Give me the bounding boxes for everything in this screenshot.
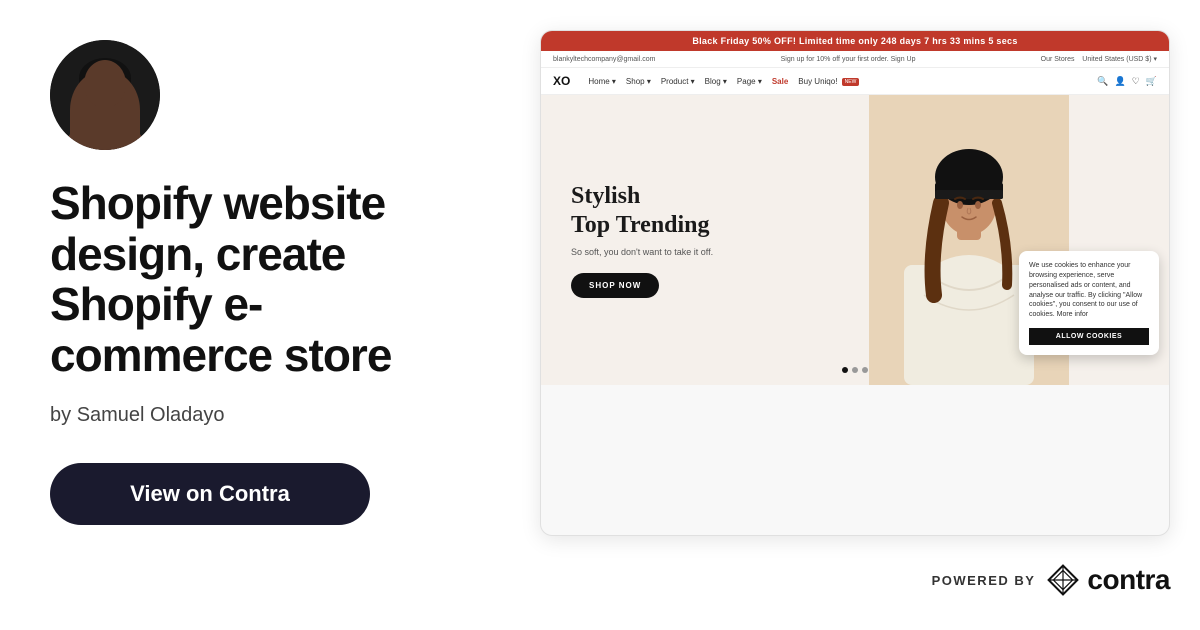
nav-blog[interactable]: Blog ▾ — [705, 77, 727, 86]
contra-logo: contra — [1047, 564, 1170, 596]
carousel-dots — [842, 367, 868, 373]
author-line: by Samuel Oladayo — [50, 404, 470, 427]
nav-home[interactable]: Home ▾ — [588, 77, 616, 86]
hero-section: Stylish Top Trending So soft, you don't … — [541, 95, 1169, 385]
nav-links: Home ▾ Shop ▾ Product ▾ Blog ▾ Page ▾ Sa… — [588, 77, 1083, 86]
info-bar-stores: Our Stores — [1041, 56, 1075, 63]
nav-page[interactable]: Page ▾ — [737, 77, 762, 86]
new-badge: NEW — [842, 78, 860, 86]
user-icon[interactable]: 👤 — [1114, 76, 1125, 87]
view-on-contra-button[interactable]: View on Contra — [50, 463, 370, 525]
hero-text-block: Stylish Top Trending So soft, you don't … — [541, 152, 743, 329]
store-preview: Black Friday 50% OFF! Limited time only … — [540, 30, 1170, 536]
search-icon[interactable]: 🔍 — [1097, 76, 1108, 87]
info-bar: blankyltechcompany@gmail.com Sign up for… — [541, 51, 1169, 68]
allow-cookies-button[interactable]: ALLOW COOKIES — [1029, 328, 1149, 345]
nav-sale[interactable]: Sale — [772, 77, 788, 86]
nav-buy-uniqo[interactable]: Buy Uniqo! NEW — [798, 77, 859, 86]
wishlist-icon[interactable]: ♡ — [1132, 76, 1140, 87]
left-panel: Shopify website design, create Shopify e… — [0, 0, 520, 630]
nav-shop[interactable]: Shop ▾ — [626, 77, 651, 86]
info-bar-email: blankyltechcompany@gmail.com — [553, 56, 655, 63]
hero-title-line2: Top Trending — [571, 212, 710, 238]
shop-now-button[interactable]: SHOP NOW — [571, 273, 659, 298]
hero-subtitle: So soft, you don't want to take it off. — [571, 247, 713, 257]
info-bar-right: Our Stores United States (USD $) ▾ — [1041, 55, 1157, 63]
nav-logo: XO — [553, 74, 570, 88]
cookie-popup: We use cookies to enhance your browsing … — [1019, 251, 1159, 355]
powered-by: POWERED BY contra — [540, 560, 1170, 600]
contra-diamond-icon — [1047, 564, 1079, 596]
carousel-dot-3[interactable] — [862, 367, 868, 373]
bf-banner: Black Friday 50% OFF! Limited time only … — [541, 31, 1169, 51]
info-bar-currency: United States (USD $) ▾ — [1082, 56, 1157, 63]
avatar-image — [50, 40, 160, 150]
project-title: Shopify website design, create Shopify e… — [50, 178, 470, 380]
nav-product[interactable]: Product ▾ — [661, 77, 695, 86]
author-prefix: by — [50, 404, 71, 426]
avatar — [50, 40, 160, 150]
nav-icons: 🔍 👤 ♡ 🛒 — [1097, 76, 1157, 87]
contra-brand-name: contra — [1087, 564, 1170, 596]
hero-title: Stylish Top Trending — [571, 182, 713, 240]
nav-bar: XO Home ▾ Shop ▾ Product ▾ Blog ▾ Page ▾… — [541, 68, 1169, 95]
powered-by-text: POWERED BY — [932, 573, 1036, 588]
hero-title-line1: Stylish — [571, 183, 640, 209]
carousel-dot-2[interactable] — [852, 367, 858, 373]
cookie-text: We use cookies to enhance your browsing … — [1029, 261, 1149, 320]
right-panel: Black Friday 50% OFF! Limited time only … — [520, 0, 1200, 630]
info-bar-center: Sign up for 10% off your first order. Si… — [781, 56, 916, 63]
carousel-dot-1[interactable] — [842, 367, 848, 373]
cart-icon[interactable]: 🛒 — [1146, 76, 1157, 87]
author-name: Samuel Oladayo — [77, 404, 225, 426]
